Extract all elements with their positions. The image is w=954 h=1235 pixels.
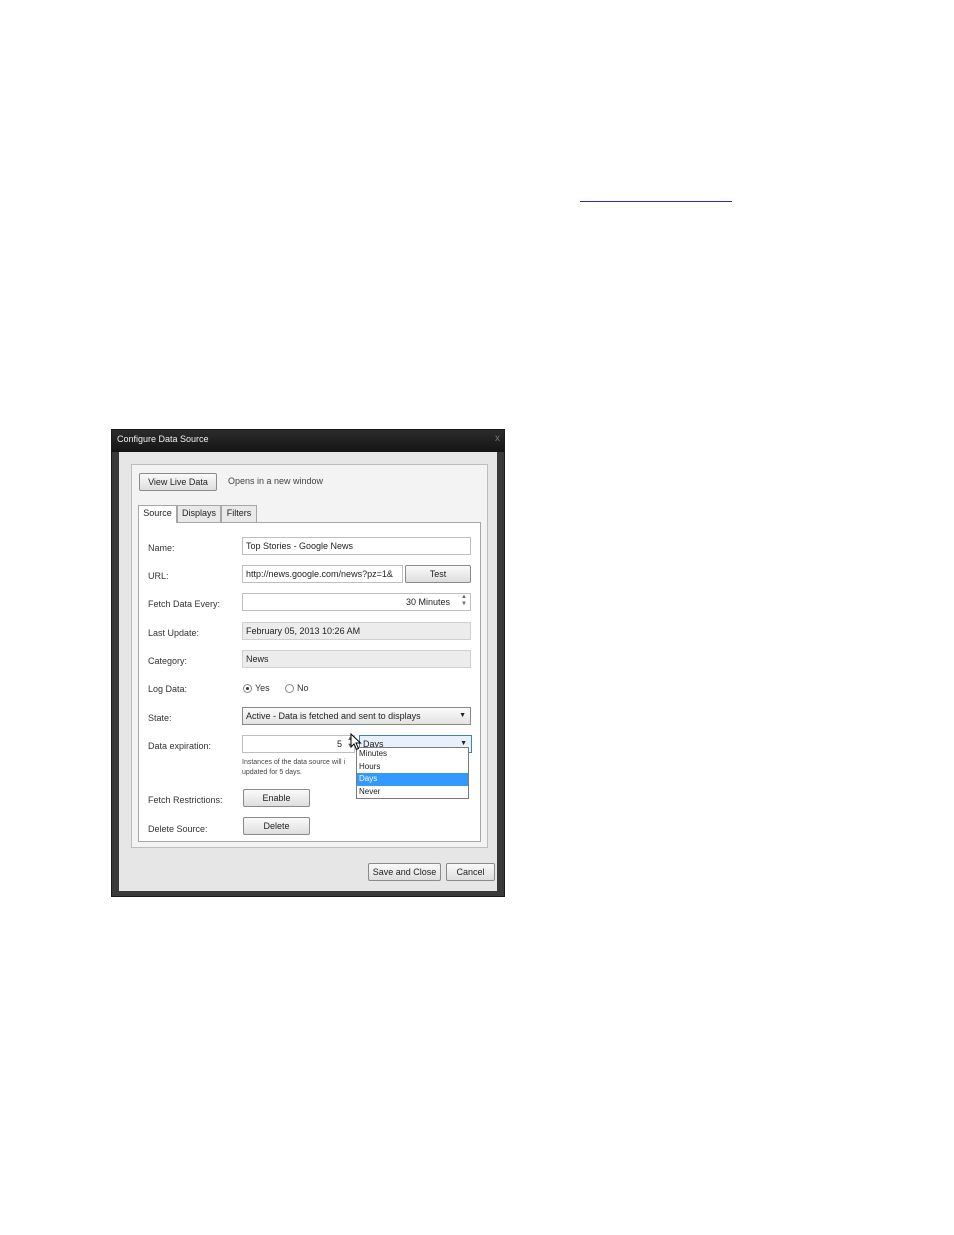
log-no-label: No — [297, 683, 309, 693]
state-select-value: Active - Data is fetched and sent to dis… — [246, 711, 421, 721]
dialog-client-area: View Live Data Opens in a new window Sou… — [119, 452, 497, 891]
delete-source-label: Delete Source: — [148, 824, 208, 834]
dropdown-option-minutes[interactable]: Minutes — [357, 748, 468, 761]
fetch-interval-spinner[interactable]: ▲ ▼ — [459, 594, 469, 610]
log-no-radio[interactable] — [285, 684, 294, 693]
dropdown-option-never[interactable]: Never — [357, 786, 468, 799]
url-input[interactable]: http://news.google.com/news?pz=1& — [242, 565, 403, 583]
chevron-down-icon: ▼ — [459, 712, 466, 719]
last-update-label: Last Update: — [148, 628, 200, 638]
tab-displays[interactable]: Displays — [177, 505, 221, 522]
delete-button[interactable]: Delete — [243, 817, 310, 835]
view-live-hint: Opens in a new window — [228, 476, 324, 486]
hyperlink-underline[interactable] — [580, 201, 732, 202]
log-data-label: Log Data: — [148, 684, 188, 694]
fetch-interval-input[interactable]: 30 Minutes — [242, 593, 471, 611]
configure-data-source-dialog: Configure Data Source x View Live Data O… — [111, 429, 505, 897]
dropdown-option-days[interactable]: Days — [357, 773, 468, 786]
fetch-restrictions-label: Fetch Restrictions: — [148, 795, 223, 805]
last-update-value: February 05, 2013 10:26 AM — [242, 622, 471, 640]
fetch-data-every-label: Fetch Data Every: — [148, 599, 221, 609]
test-button[interactable]: Test — [405, 565, 471, 583]
dialog-titlebar: Configure Data Source x — [112, 430, 504, 452]
category-value: News — [242, 650, 471, 668]
state-label: State: — [148, 713, 172, 723]
main-panel: View Live Data Opens in a new window Sou… — [131, 464, 488, 848]
tab-filters[interactable]: Filters — [221, 505, 257, 522]
dropdown-option-hours[interactable]: Hours — [357, 761, 468, 774]
category-label: Category: — [148, 656, 188, 666]
expiration-note: Instances of the data source will i upda… — [242, 758, 345, 778]
name-label: Name: — [148, 543, 175, 553]
expiration-number-input[interactable]: 5 — [242, 735, 355, 753]
expiration-note-line-1: Instances of the data source will i — [242, 759, 346, 766]
cancel-button[interactable]: Cancel — [446, 863, 495, 881]
data-expiration-label: Data expiration: — [148, 741, 212, 751]
name-input[interactable]: Top Stories - Google News — [242, 537, 471, 555]
log-yes-radio[interactable] — [243, 684, 252, 693]
state-select[interactable]: Active - Data is fetched and sent to dis… — [242, 707, 471, 725]
url-label: URL: — [148, 571, 169, 581]
save-and-close-button[interactable]: Save and Close — [368, 863, 441, 881]
close-icon[interactable]: x — [495, 433, 500, 444]
dialog-title: Configure Data Source — [117, 434, 209, 444]
tab-source[interactable]: Source — [138, 505, 177, 523]
mouse-cursor-icon — [350, 733, 362, 751]
log-yes-label: Yes — [255, 683, 270, 693]
enable-button[interactable]: Enable — [243, 789, 310, 807]
expiration-note-line-2: updated for 5 days. — [242, 769, 302, 776]
view-live-data-button[interactable]: View Live Data — [139, 473, 217, 491]
expiration-unit-dropdown-list: Minutes Hours Days Never — [356, 747, 469, 799]
